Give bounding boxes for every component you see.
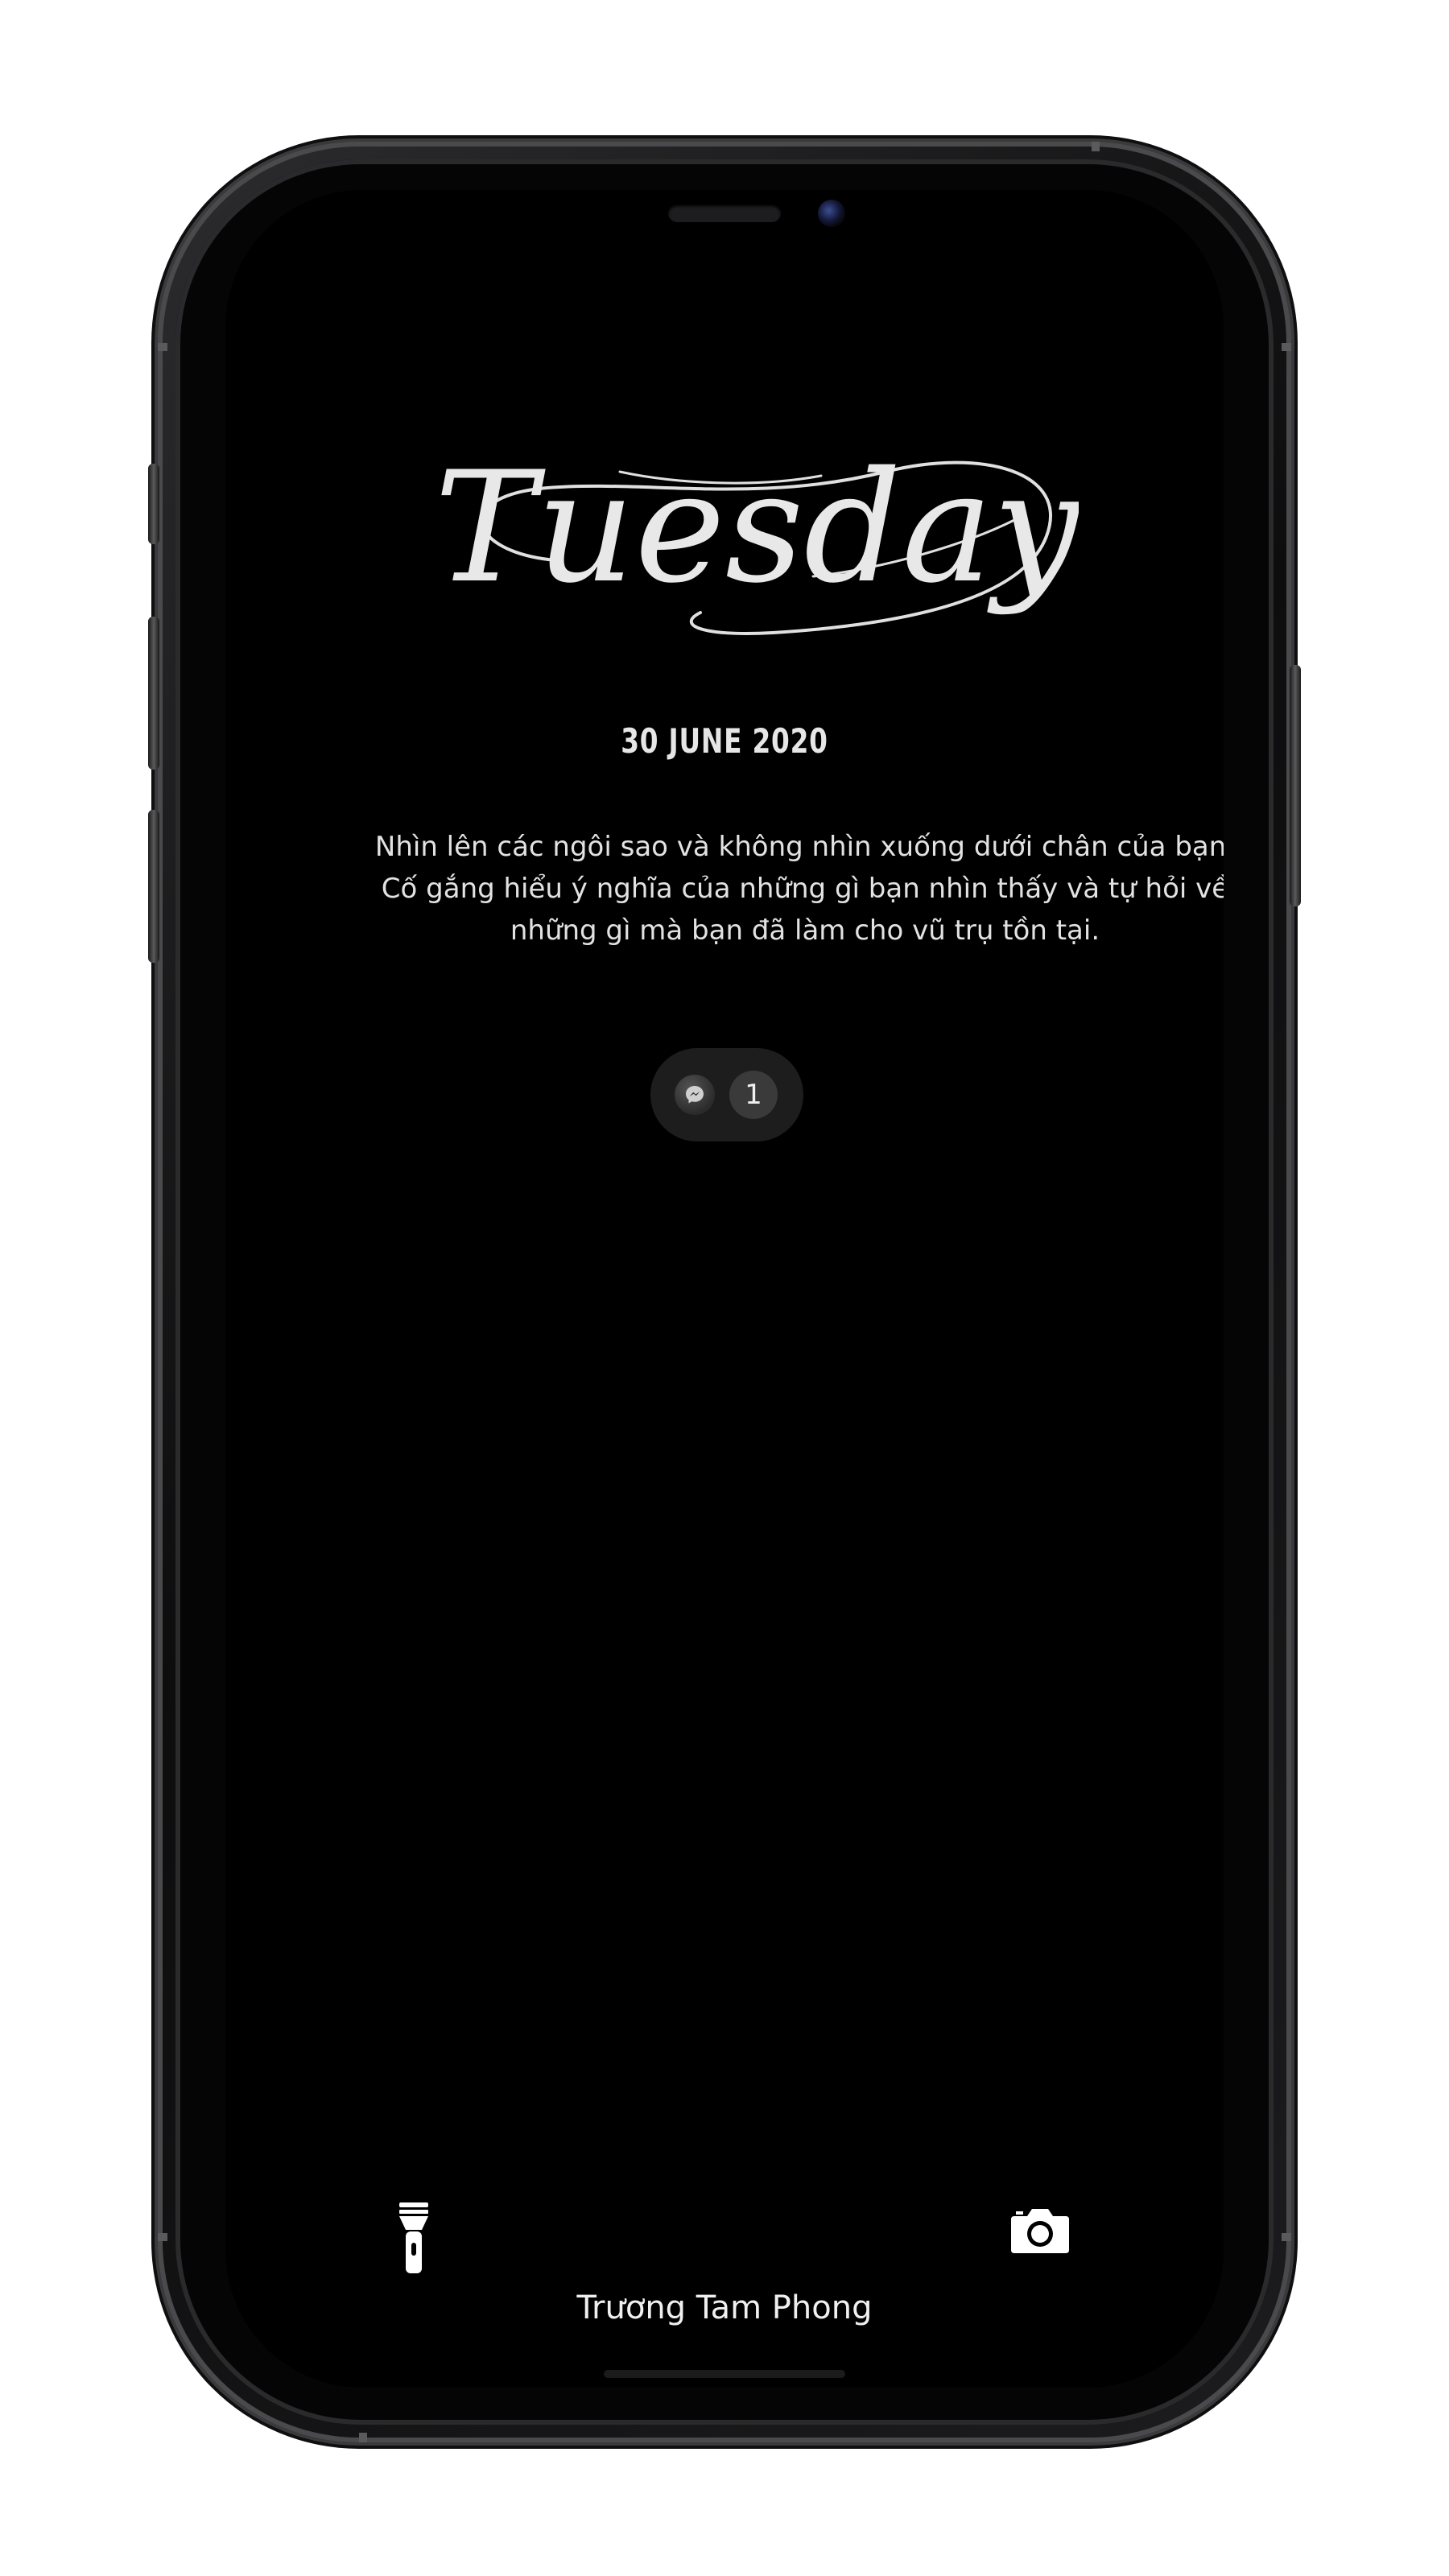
earpiece-speaker [668, 204, 781, 222]
lockscreen-quote: Nhìn lên các ngôi sao và không nhìn xuốn… [374, 831, 1224, 947]
day-calligraphy: Tuesday [434, 439, 1081, 635]
day-title: Tuesday [434, 439, 1081, 665]
silent-switch [148, 464, 159, 544]
lock-screen: Tuesday 30 JUNE 2020 Nhìn lên các ngôi s… [225, 190, 1224, 2388]
antenna-line [1282, 2233, 1291, 2241]
camera-icon[interactable] [1011, 2207, 1069, 2253]
front-camera [818, 200, 845, 227]
day-text: Tuesday [435, 440, 1079, 617]
antenna-line [158, 343, 167, 351]
flashlight-icon[interactable] [396, 2202, 431, 2275]
volume-down-button [148, 810, 159, 963]
messenger-icon [675, 1075, 715, 1115]
volume-up-button [148, 617, 159, 770]
lockscreen-date: 30 JUNE 2020 [621, 721, 828, 761]
power-button [1290, 665, 1301, 906]
notification-summary-pill[interactable]: 1 [650, 1048, 803, 1141]
messenger-glyph [686, 1086, 704, 1104]
phone-device: Tuesday 30 JUNE 2020 Nhìn lên các ngôi s… [148, 142, 1301, 2442]
camera-glyph [1011, 2209, 1069, 2253]
antenna-line [359, 2433, 367, 2442]
antenna-line [1092, 142, 1100, 151]
home-indicator[interactable] [604, 2370, 845, 2378]
antenna-line [1282, 343, 1291, 351]
owner-name: Trương Tam Phong [576, 2289, 873, 2326]
antenna-line [158, 2233, 167, 2241]
flashlight-glyph [399, 2202, 428, 2273]
notification-count-badge: 1 [729, 1071, 778, 1119]
